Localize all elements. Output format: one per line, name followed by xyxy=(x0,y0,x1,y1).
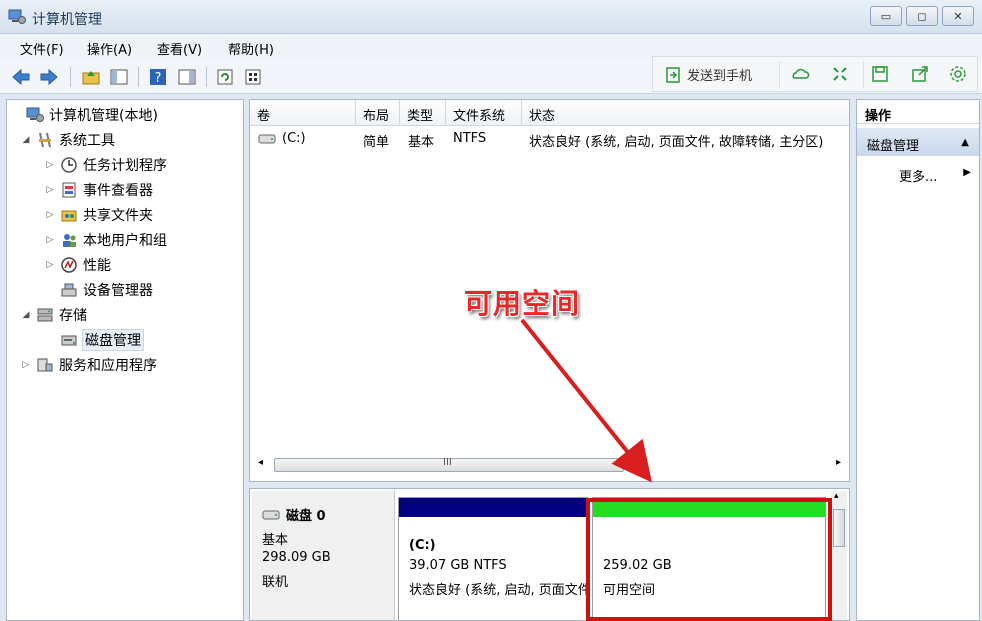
tree-item-task-scheduler[interactable]: ▷ 任务计划程序 xyxy=(45,154,167,176)
shared-folders-icon xyxy=(61,210,77,222)
actions-section-disk-management[interactable]: 磁盘管理 ▲ xyxy=(857,128,979,156)
svg-text:?: ? xyxy=(155,71,162,86)
folder-up-icon xyxy=(82,71,100,85)
actions-header: 操作 xyxy=(857,100,979,124)
expanded-icon[interactable]: ◢ xyxy=(21,310,31,320)
column-header-status[interactable]: 状态 xyxy=(522,100,849,126)
console-tree-icon xyxy=(110,69,128,85)
title-bar: 计算机管理 ▭ ◻ ✕ xyxy=(0,0,982,34)
column-header-volume[interactable]: 卷 xyxy=(250,100,356,126)
collapsed-icon[interactable]: ▷ xyxy=(45,160,55,170)
tree-item-services-apps[interactable]: ▷ 服务和应用程序 xyxy=(21,354,157,376)
system-tools-icon xyxy=(39,132,51,148)
menu-view[interactable]: 查看(V) xyxy=(157,39,202,58)
collapse-up-icon[interactable]: ▲ xyxy=(961,137,969,148)
computer-management-icon xyxy=(26,107,44,122)
task-scheduler-icon xyxy=(61,157,77,173)
navigation-tree: 计算机管理(本地) ◢ 系统工具 ▷ 任务计划程序 ▷ 事件查看器 ▷ 共享文件… xyxy=(6,99,244,621)
send-to-phone-button[interactable]: 发送到手机 xyxy=(665,65,752,84)
shrink-icon[interactable] xyxy=(829,63,851,85)
help-icon: ? xyxy=(150,69,166,86)
properties-icon xyxy=(245,69,261,85)
device-manager-icon xyxy=(61,283,77,297)
partition-c[interactable]: (C:) 39.07 GB NTFS 状态良好 (系统, 启动, 页面文件, 故… xyxy=(398,497,703,620)
refresh-icon xyxy=(217,69,233,85)
scroll-thumb[interactable] xyxy=(833,509,845,547)
save-icon[interactable] xyxy=(869,63,891,85)
menu-help[interactable]: 帮助(H) xyxy=(228,39,274,58)
close-button[interactable]: ✕ xyxy=(942,6,974,26)
send-icon xyxy=(666,66,680,83)
tree-item-shared-folders[interactable]: ▷ 共享文件夹 xyxy=(45,204,153,226)
scroll-up-icon[interactable]: ▴ xyxy=(834,491,839,501)
maximize-button[interactable]: ◻ xyxy=(906,6,938,26)
minimize-button[interactable]: ▭ xyxy=(870,6,902,26)
tree-item-computer-management[interactable]: 计算机管理(本地) xyxy=(11,104,158,126)
tree-item-device-manager[interactable]: 设备管理器 xyxy=(45,279,153,301)
tree-item-storage[interactable]: ◢ 存储 xyxy=(21,304,87,326)
tree-item-disk-management[interactable]: 磁盘管理 xyxy=(45,329,144,351)
computer-management-icon xyxy=(8,9,26,24)
performance-icon xyxy=(61,257,77,273)
tree-item-local-users[interactable]: ▷ 本地用户和组 xyxy=(45,229,167,251)
refresh-button[interactable] xyxy=(214,66,236,88)
action-pane-icon xyxy=(178,69,196,85)
tree-item-event-viewer[interactable]: ▷ 事件查看器 xyxy=(45,179,153,201)
expanded-icon[interactable]: ◢ xyxy=(21,135,31,145)
window-title: 计算机管理 xyxy=(32,12,102,28)
menu-action[interactable]: 操作(A) xyxy=(87,39,132,58)
disk-icon xyxy=(262,510,280,519)
collapsed-icon[interactable]: ▷ xyxy=(21,360,31,370)
gear-icon[interactable] xyxy=(947,63,969,85)
more-actions-link[interactable]: 更多... xyxy=(899,166,937,185)
menu-file[interactable]: 文件(F) xyxy=(20,39,64,58)
up-button[interactable] xyxy=(80,66,102,88)
properties-button[interactable] xyxy=(242,66,264,88)
column-header-type[interactable]: 类型 xyxy=(400,100,446,126)
horizontal-scrollbar[interactable]: ◂ III ▸ xyxy=(252,455,847,475)
collapsed-icon[interactable]: ▷ xyxy=(45,210,55,220)
forward-arrow-icon xyxy=(40,68,58,86)
collapsed-icon[interactable]: ▷ xyxy=(45,185,55,195)
storage-icon xyxy=(37,308,53,322)
scroll-thumb[interactable]: III xyxy=(274,457,624,472)
show-tree-button[interactable] xyxy=(108,66,130,88)
disk-management-icon xyxy=(61,335,77,346)
annotation-highlight-box xyxy=(586,498,832,621)
cloud-icon[interactable] xyxy=(789,63,811,85)
forward-button[interactable] xyxy=(38,66,60,88)
collapsed-icon[interactable]: ▷ xyxy=(45,235,55,245)
back-arrow-icon xyxy=(12,68,30,86)
help-button[interactable]: ? xyxy=(147,66,169,88)
actions-pane: 操作 磁盘管理 ▲ 更多... ▶ xyxy=(856,99,980,621)
tree-item-performance[interactable]: ▷ 性能 xyxy=(45,254,111,276)
send-to-phone-label: 发送到手机 xyxy=(687,69,753,84)
services-apps-icon xyxy=(37,358,53,372)
tree-item-system-tools[interactable]: ◢ 系统工具 xyxy=(21,129,115,151)
collapsed-icon[interactable]: ▷ xyxy=(45,260,55,270)
restore-icon: ◻ xyxy=(917,9,927,23)
local-users-icon xyxy=(63,234,76,247)
primary-partition-band xyxy=(399,498,587,517)
column-header-filesystem[interactable]: 文件系统 xyxy=(446,100,522,126)
submenu-arrow-icon: ▶ xyxy=(963,167,971,178)
column-header-layout[interactable]: 布局 xyxy=(356,100,400,126)
close-icon: ✕ xyxy=(953,9,963,23)
scroll-left-icon[interactable]: ◂ xyxy=(258,457,263,468)
share-icon[interactable] xyxy=(909,63,931,85)
annotation-label: 可用空间 xyxy=(464,287,581,320)
phone-toolbar: 发送到手机 xyxy=(652,56,978,92)
drive-icon xyxy=(258,134,276,143)
minimize-icon: ▭ xyxy=(880,9,892,23)
disk-label[interactable]: 磁盘 0 基本 298.09 GB 联机 xyxy=(252,491,395,620)
vertical-scrollbar[interactable]: ▴ xyxy=(831,491,847,620)
scroll-right-icon[interactable]: ▸ xyxy=(836,457,841,468)
back-button[interactable] xyxy=(10,66,32,88)
show-action-pane-button[interactable] xyxy=(176,66,198,88)
event-viewer-icon xyxy=(62,182,76,198)
